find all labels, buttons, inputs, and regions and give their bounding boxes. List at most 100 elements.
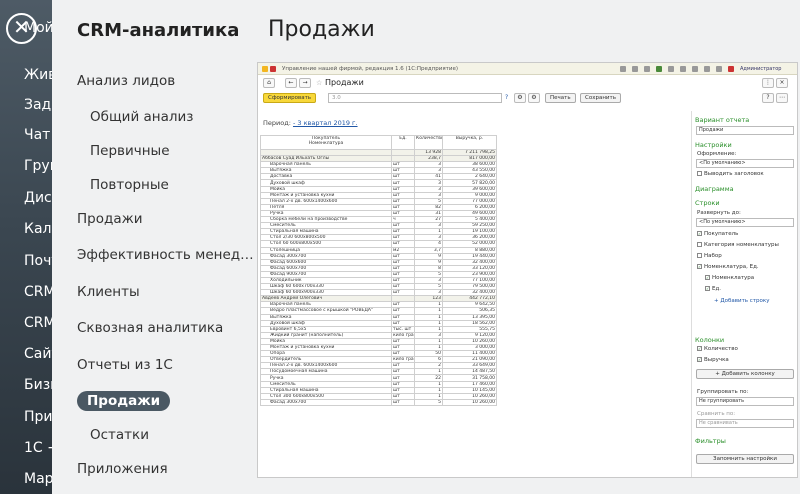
background-menu-item: Чат: [24, 127, 51, 143]
compare-label: Сравнить по:: [697, 411, 736, 417]
bell-icon[interactable]: [728, 66, 734, 72]
menu-item-clients[interactable]: Клиенты: [77, 284, 140, 300]
checkbox-icon: ✓: [697, 357, 702, 362]
onec-nav-bar: ⌂ ← → ☆ Продажи ⋮ ×: [258, 75, 797, 91]
settings-heading[interactable]: Настройки: [695, 141, 732, 149]
group-select[interactable]: Не группировать: [696, 397, 794, 406]
menu-item-manager-efficiency[interactable]: Эффективность менеджер...: [77, 247, 259, 263]
onec-report-window: Управление нашей фирмой, редакция 1.6 (1…: [257, 62, 798, 478]
add-column-button[interactable]: + Добавить колонку: [696, 369, 794, 379]
show-title-checkbox[interactable]: Выводить заголовок: [697, 171, 764, 177]
save-button[interactable]: Сохранить: [580, 93, 621, 103]
qty-checkbox[interactable]: ✓ Количество: [697, 346, 738, 352]
background-menu-item: При: [24, 409, 52, 425]
toolbar-icon[interactable]: [644, 66, 650, 72]
app-menu-icon[interactable]: [270, 66, 276, 72]
link-icon[interactable]: ⋮: [762, 78, 774, 88]
checkbox-label: Номенклатура, Ед.: [704, 264, 759, 270]
toolbar-icon[interactable]: [632, 66, 638, 72]
menu-item-sales[interactable]: Продажи: [77, 211, 143, 227]
checkbox-label: Количество: [704, 346, 738, 352]
help-button[interactable]: ?: [762, 93, 774, 103]
design-select[interactable]: <По умолчанию>: [696, 159, 794, 168]
cell-item: Фасад 300x700: [260, 398, 392, 406]
report-header-row: Покупатель Номенклатура Ед. Количество Вы…: [260, 135, 497, 150]
checkbox-label: Покупатель: [704, 231, 739, 237]
document-title: Продажи: [325, 78, 364, 87]
checkbox-label: Номенклатура: [712, 275, 755, 281]
checkbox-label: Выводить заголовок: [704, 171, 764, 177]
print-button[interactable]: Печать: [545, 93, 576, 103]
close-icon[interactable]: ✕: [6, 13, 37, 44]
back-button[interactable]: ←: [285, 78, 297, 88]
set-checkbox[interactable]: Набор: [697, 253, 722, 259]
header-cell: Покупатель Номенклатура: [260, 135, 392, 150]
background-menu-item: CRM: [24, 315, 52, 331]
forward-button[interactable]: →: [299, 78, 311, 88]
revenue-checkbox[interactable]: ✓ Выручка: [697, 357, 729, 363]
category-checkbox[interactable]: Категория номенклатуры: [697, 242, 779, 248]
toolbar-icon[interactable]: [668, 66, 674, 72]
generate-button[interactable]: Сформировать: [263, 93, 317, 103]
checkbox-icon: ✓: [697, 346, 702, 351]
variant-input[interactable]: 3.0: [328, 93, 502, 103]
menu-item-repeat[interactable]: Повторные: [90, 177, 169, 193]
home-icon[interactable]: ⌂: [263, 78, 275, 88]
checkbox-label: Выручка: [704, 357, 729, 363]
design-label: Оформление:: [697, 151, 737, 157]
rows-heading[interactable]: Строки: [695, 199, 720, 207]
compare-select[interactable]: Не сравнивать: [696, 419, 794, 428]
variant-heading: Вариант отчета: [695, 116, 750, 124]
background-menu-item: 1С +: [24, 440, 52, 456]
col-unit: Ед.: [391, 135, 415, 150]
page-title: Продажи: [268, 17, 375, 42]
close-icon[interactable]: ×: [776, 78, 788, 88]
menu-item-lead-analysis[interactable]: Анализ лидов: [77, 73, 175, 89]
col-item: Номенклатура: [308, 141, 344, 146]
nom-checkbox[interactable]: ✓ Номенклатура: [705, 275, 754, 281]
window-title: Управление нашей фирмой, редакция 1.6 (1…: [282, 66, 458, 72]
user-name[interactable]: Администратор: [740, 66, 781, 72]
add-row-link[interactable]: + Добавить строку: [714, 298, 769, 304]
menu-item-general-analysis[interactable]: Общий анализ: [90, 109, 193, 125]
menu-item-apps[interactable]: Приложения: [77, 461, 168, 477]
checkbox-icon: [697, 253, 702, 258]
toolbar-icon[interactable]: [656, 66, 662, 72]
more-icon[interactable]: ⋯: [776, 93, 788, 103]
settings-alt-icon[interactable]: ⚙: [528, 93, 540, 103]
period-link[interactable]: - 3 квартал 2019 г.: [293, 119, 358, 127]
columns-heading[interactable]: Колонки: [695, 336, 724, 344]
period-label: Период:: [263, 119, 291, 127]
toolbar-icon[interactable]: [716, 66, 722, 72]
menu-item-end-to-end[interactable]: Сквозная аналитика: [77, 320, 223, 336]
cell-qty: 5: [414, 398, 443, 406]
toolbar-icon[interactable]: [620, 66, 626, 72]
toolbar-icon[interactable]: [704, 66, 710, 72]
col-qty: Количество: [414, 135, 443, 150]
toolbar-icon[interactable]: [680, 66, 686, 72]
menu-item-1c-sales-active[interactable]: Продажи: [77, 391, 171, 411]
remember-settings-button[interactable]: Запомнить настройки: [696, 454, 794, 464]
variant-select[interactable]: Продажи: [696, 126, 794, 135]
expand-label: Развернуть до:: [697, 210, 741, 216]
background-menu-item: Жив: [24, 67, 52, 83]
checkbox-label: Ед.: [712, 286, 722, 292]
diagram-heading[interactable]: Диаграмма: [695, 185, 734, 193]
cell-item: Ведро пластмассовое с крышкой "РОВЕДА": [260, 307, 392, 315]
menu-item-1c-reports[interactable]: Отчеты из 1С: [77, 357, 173, 373]
background-menu-item: Груп: [24, 158, 52, 174]
menu-item-stock[interactable]: Остатки: [90, 427, 149, 443]
report-table: Покупатель Номенклатура Ед. Количество Вы…: [260, 135, 497, 406]
expand-select[interactable]: <По умолчанию>: [696, 218, 794, 227]
star-icon[interactable]: ☆: [316, 79, 322, 87]
cell-revenue: 10 260,00: [442, 398, 497, 406]
toolbar-icon[interactable]: [692, 66, 698, 72]
buyer-checkbox[interactable]: ✓ Покупатель: [697, 231, 738, 237]
nom-unit-checkbox[interactable]: ✓ Номенклатура, Ед.: [697, 264, 759, 270]
menu-item-primary[interactable]: Первичные: [90, 143, 170, 159]
unit-checkbox[interactable]: ✓ Ед.: [705, 286, 721, 292]
filters-heading[interactable]: Фильтры: [695, 437, 726, 445]
help-icon[interactable]: ?: [505, 94, 508, 101]
settings-icon[interactable]: ⚙: [514, 93, 526, 103]
report-settings-panel: Вариант отчета Продажи Настройки Оформле…: [691, 111, 797, 477]
